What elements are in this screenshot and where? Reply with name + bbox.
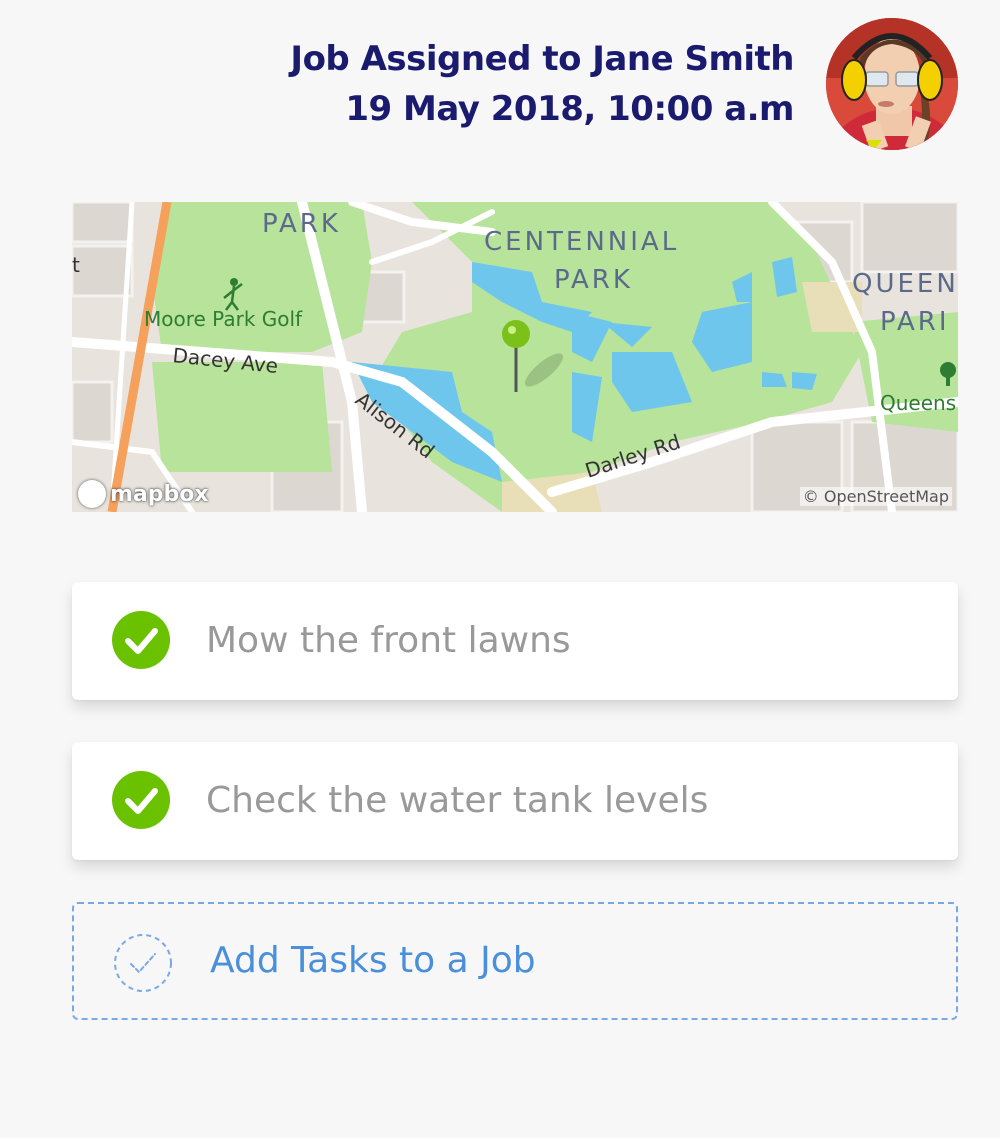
add-tasks-button[interactable]: Add Tasks to a Job	[72, 902, 958, 1020]
mapbox-logo-text: mapbox	[110, 481, 209, 507]
job-location-map[interactable]: PARK CENTENNIAL PARK QUEEN PARI Moore Pa…	[72, 202, 958, 512]
job-header: Job Assigned to Jane Smith 19 May 2018, …	[0, 0, 1000, 180]
job-title-block: Job Assigned to Jane Smith 19 May 2018, …	[290, 34, 794, 134]
task-label: Mow the front lawns	[206, 620, 571, 661]
task-label: Check the water tank levels	[206, 780, 709, 821]
map-label-centennial-park: PARK	[554, 265, 633, 295]
map-label-park: PARK	[262, 209, 341, 239]
check-circle-icon[interactable]	[112, 611, 170, 669]
map-label-queens: QUEEN	[852, 269, 958, 299]
map-label-queens-park: PARI	[880, 307, 950, 337]
task-item[interactable]: Check the water tank levels	[72, 742, 958, 860]
map-label-left: t	[72, 253, 80, 277]
add-tasks-label: Add Tasks to a Job	[210, 940, 536, 981]
task-item[interactable]: Mow the front lawns	[72, 582, 958, 700]
check-circle-icon[interactable]	[112, 771, 170, 829]
avatar[interactable]	[826, 18, 958, 150]
job-assignment-title: Job Assigned to Jane Smith	[290, 39, 794, 79]
map-label-centennial: CENTENNIAL	[484, 227, 679, 257]
mapbox-logo-icon	[78, 480, 106, 508]
map-label-queens-small: Queens	[880, 391, 956, 415]
map-attribution[interactable]: © OpenStreetMap	[799, 487, 952, 506]
mapbox-logo[interactable]: mapbox	[78, 480, 209, 508]
job-datetime: 19 May 2018, 10:00 a.m	[345, 89, 794, 129]
map-label-golf: Moore Park Golf	[144, 307, 303, 331]
add-task-icon	[114, 934, 172, 992]
